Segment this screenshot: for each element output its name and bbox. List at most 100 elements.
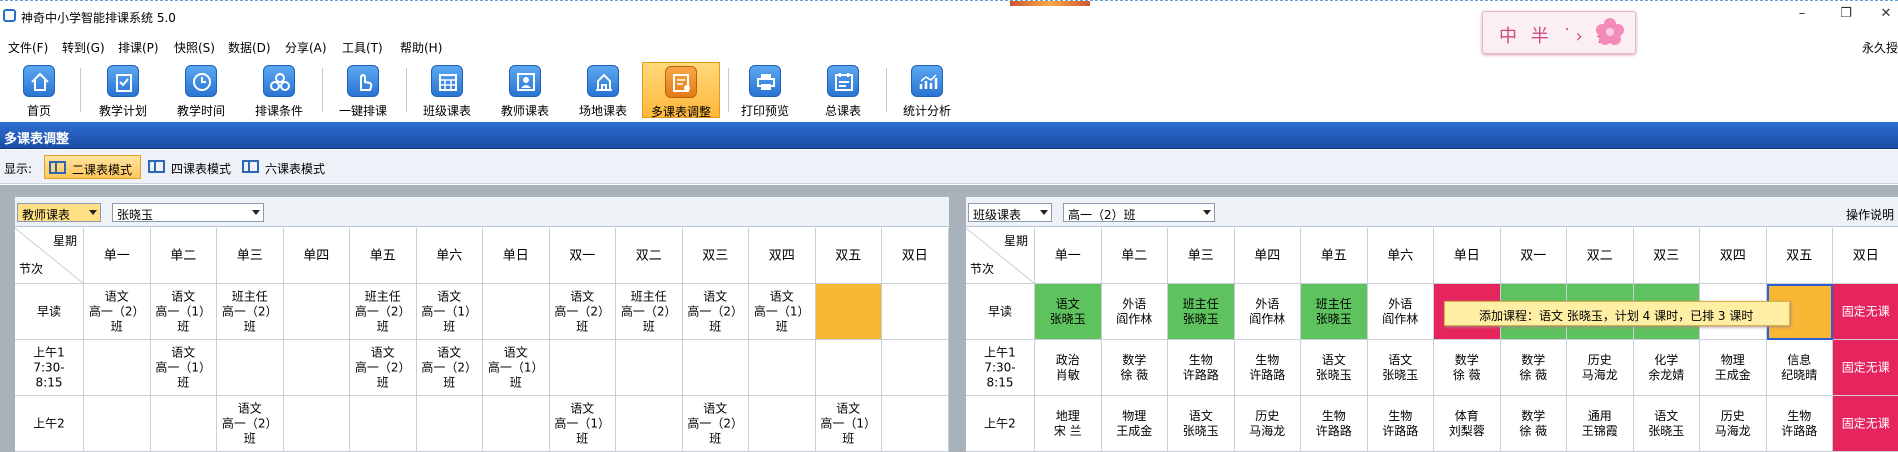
operation-help-link[interactable]: 操作说明 — [1846, 206, 1894, 223]
timetable-cell[interactable]: 班主任 高一（2） 班 — [350, 284, 417, 340]
timetable-cell[interactable] — [815, 340, 882, 396]
timetable-cell[interactable]: 物理 王成金 — [1101, 396, 1168, 452]
timetable-cell[interactable]: 化学 余龙婧 — [1633, 340, 1700, 396]
timetable-cell[interactable]: 外语 阎作林 — [1367, 284, 1434, 340]
timetable-cell[interactable]: 语文 高一（2） 班 — [217, 396, 284, 452]
timetable-cell[interactable]: 语文 张晓玉 — [1367, 340, 1434, 396]
menu-schedule[interactable]: 排课(P) — [118, 39, 159, 56]
minimize-button[interactable]: – — [1792, 6, 1812, 21]
timetable-cell[interactable] — [150, 396, 217, 452]
class-timetable-button[interactable]: 班级课表 — [414, 62, 480, 118]
timetable-cell[interactable] — [416, 396, 483, 452]
multi-timetable-button[interactable]: 多课表调整 — [642, 62, 720, 119]
timetable-cell[interactable]: 语文 张晓玉 — [1035, 284, 1102, 340]
timetable-cell[interactable] — [882, 340, 949, 396]
timetable-cell[interactable]: 数学 徐 薇 — [1434, 340, 1501, 396]
menu-snapshot[interactable]: 快照(S) — [174, 39, 215, 56]
timetable-cell[interactable]: 班主任 张晓玉 — [1168, 284, 1235, 340]
timetable-cell[interactable]: 语文 高一（2） 班 — [549, 284, 616, 340]
class-select[interactable]: 高一（2）班 — [1063, 203, 1215, 222]
timetable-cell[interactable]: 语文 高一（1） 班 — [815, 396, 882, 452]
timetable-cell[interactable] — [616, 340, 683, 396]
menu-help[interactable]: 帮助(H) — [400, 39, 442, 56]
print-preview-button[interactable]: 打印预览 — [732, 62, 798, 118]
timetable-type-select[interactable]: 班级课表 — [968, 203, 1052, 222]
menu-tools[interactable]: 工具(T) — [342, 39, 383, 56]
conditions-button[interactable]: 排课条件 — [246, 62, 312, 118]
timetable-cell[interactable]: 生物 许路路 — [1766, 396, 1833, 452]
timetable-cell[interactable]: 语文 高一（2） 班 — [682, 284, 749, 340]
timetable-cell[interactable] — [815, 284, 882, 340]
timetable-cell[interactable] — [283, 396, 350, 452]
timetable-cell[interactable]: 固定无课 — [1833, 396, 1898, 452]
timetable-cell[interactable]: 数学 徐 薇 — [1101, 340, 1168, 396]
timetable-cell[interactable] — [682, 340, 749, 396]
timetable-cell[interactable]: 语文 张晓玉 — [1633, 396, 1700, 452]
two-table-mode-button[interactable]: 二课表模式 — [44, 155, 141, 179]
home-button[interactable]: 首页 — [10, 62, 68, 118]
timetable-cell[interactable] — [217, 340, 284, 396]
timetable-cell[interactable] — [283, 340, 350, 396]
timetable-cell[interactable]: 历史 马海龙 — [1234, 396, 1301, 452]
timetable-cell[interactable] — [84, 396, 151, 452]
maximize-button[interactable]: ❐ — [1836, 6, 1856, 21]
timetable-cell[interactable]: 语文 高一（1） 班 — [483, 340, 550, 396]
timetable-cell[interactable]: 语文 高一（1） 班 — [416, 284, 483, 340]
timetable-cell[interactable]: 班主任 高一（2） 班 — [616, 284, 683, 340]
timetable-cell[interactable]: 语文 张晓玉 — [1301, 340, 1368, 396]
timetable-cell[interactable]: 物理 王成金 — [1700, 340, 1767, 396]
four-table-mode-button[interactable]: 四课表模式 — [144, 155, 241, 179]
teacher-select[interactable]: 张晓玉 — [112, 203, 264, 222]
six-table-mode-button[interactable]: 六课表模式 — [238, 155, 335, 179]
timetable-cell[interactable]: 语文 高一（1） 班 — [150, 284, 217, 340]
timetable-cell[interactable] — [616, 396, 683, 452]
timetable-cell[interactable]: 语文 高一（2） 班 — [682, 396, 749, 452]
timetable-cell[interactable]: 生物 许路路 — [1234, 340, 1301, 396]
timetable-cell[interactable]: 语文 高一（2） 班 — [84, 284, 151, 340]
timetable-cell[interactable]: 班主任 高一（2） 班 — [217, 284, 284, 340]
timetable-cell[interactable] — [283, 284, 350, 340]
timetable-cell[interactable]: 数学 徐 薇 — [1500, 396, 1567, 452]
timetable-cell[interactable]: 语文 高一（1） 班 — [749, 284, 816, 340]
teaching-time-button[interactable]: 教学时间 — [168, 62, 234, 118]
venue-timetable-button[interactable]: 场地课表 — [570, 62, 636, 118]
timetable-cell[interactable]: 外语 阎作林 — [1234, 284, 1301, 340]
teacher-timetable-button[interactable]: 教师课表 — [492, 62, 558, 118]
timetable-cell[interactable]: 外语 阎作林 — [1101, 284, 1168, 340]
master-timetable-button[interactable]: 总课表 — [810, 62, 876, 118]
close-button[interactable]: ✕ — [1876, 6, 1896, 21]
timetable-cell[interactable] — [84, 340, 151, 396]
timetable-cell[interactable]: 固定无课 — [1833, 284, 1898, 340]
timetable-cell[interactable]: 通用 王锦霞 — [1567, 396, 1634, 452]
timetable-cell[interactable]: 历史 马海龙 — [1700, 396, 1767, 452]
menu-goto[interactable]: 转到(G) — [62, 39, 105, 56]
timetable-cell[interactable]: 信息 纪晓晴 — [1766, 340, 1833, 396]
timetable-cell[interactable] — [749, 396, 816, 452]
timetable-cell[interactable]: 历史 马海龙 — [1567, 340, 1634, 396]
timetable-cell[interactable] — [882, 284, 949, 340]
timetable-cell[interactable]: 语文 高一（2） 班 — [416, 340, 483, 396]
timetable-cell[interactable] — [549, 340, 616, 396]
timetable-cell[interactable] — [483, 396, 550, 452]
timetable-cell[interactable] — [749, 340, 816, 396]
timetable-cell[interactable]: 生物 许路路 — [1367, 396, 1434, 452]
timetable-cell[interactable]: 生物 许路路 — [1168, 340, 1235, 396]
timetable-cell[interactable]: 语文 高一（1） 班 — [549, 396, 616, 452]
timetable-cell[interactable]: 语文 高一（1） 班 — [150, 340, 217, 396]
timetable-cell[interactable]: 语文 张晓玉 — [1168, 396, 1235, 452]
timetable-cell[interactable]: 班主任 张晓玉 — [1301, 284, 1368, 340]
timetable-cell[interactable]: 体育 刘梨蓉 — [1434, 396, 1501, 452]
menu-data[interactable]: 数据(D) — [228, 39, 271, 56]
timetable-cell[interactable]: 生物 许路路 — [1301, 396, 1368, 452]
statistics-button[interactable]: 统计分析 — [894, 62, 960, 118]
timetable-cell[interactable] — [882, 396, 949, 452]
menu-file[interactable]: 文件(F) — [8, 39, 48, 56]
auto-schedule-button[interactable]: 一键排课 — [330, 62, 396, 118]
timetable-cell[interactable]: 固定无课 — [1833, 340, 1898, 396]
timetable-cell[interactable] — [483, 284, 550, 340]
timetable-type-select[interactable]: 教师课表 — [17, 203, 101, 222]
timetable-cell[interactable] — [350, 396, 417, 452]
timetable-cell[interactable]: 数学 徐 薇 — [1500, 340, 1567, 396]
menu-share[interactable]: 分享(A) — [285, 39, 327, 56]
timetable-cell[interactable]: 地理 宋 兰 — [1035, 396, 1102, 452]
